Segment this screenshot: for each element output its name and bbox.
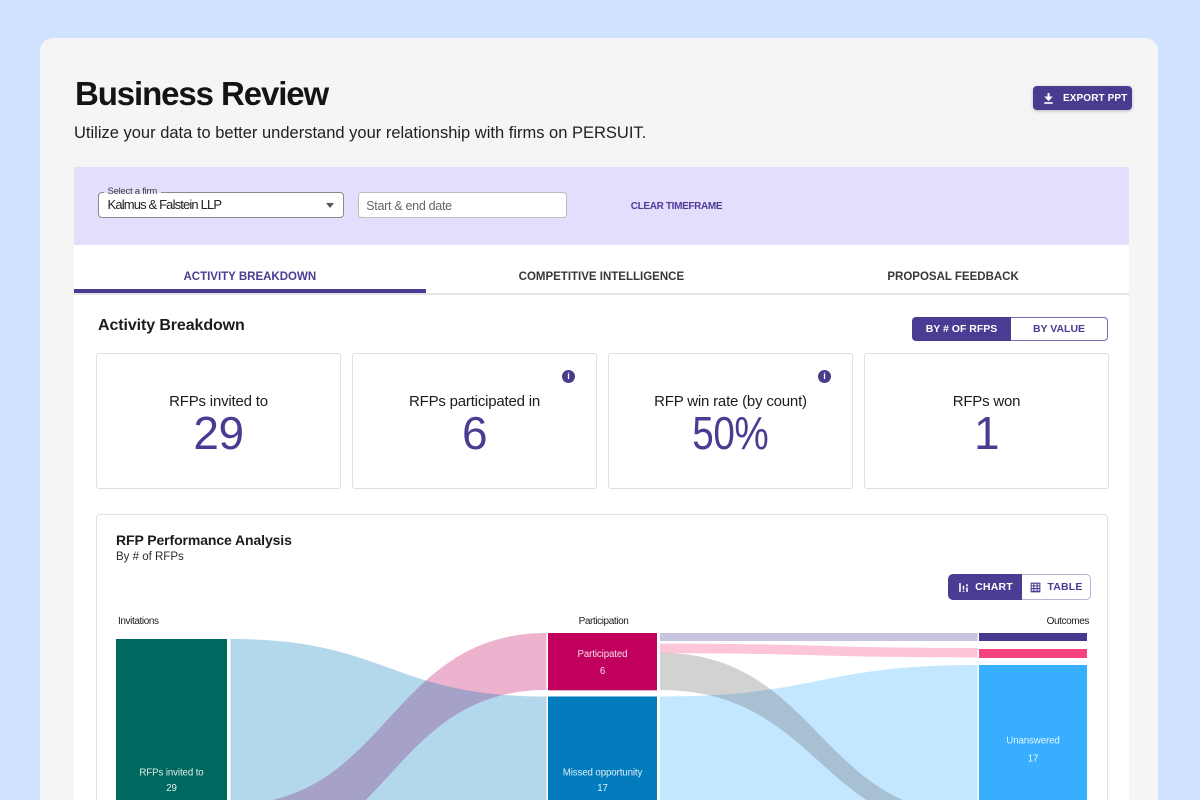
svg-text:17: 17 bbox=[1028, 754, 1039, 765]
svg-text:RFPs invited to: RFPs invited to bbox=[139, 768, 203, 779]
svg-text:Missed opportunity: Missed opportunity bbox=[563, 768, 643, 779]
svg-text:17: 17 bbox=[597, 783, 608, 794]
svg-text:6: 6 bbox=[600, 666, 605, 677]
svg-text:29: 29 bbox=[166, 783, 177, 794]
svg-text:Participated: Participated bbox=[578, 649, 628, 660]
svg-text:Unanswered: Unanswered bbox=[1006, 736, 1059, 747]
